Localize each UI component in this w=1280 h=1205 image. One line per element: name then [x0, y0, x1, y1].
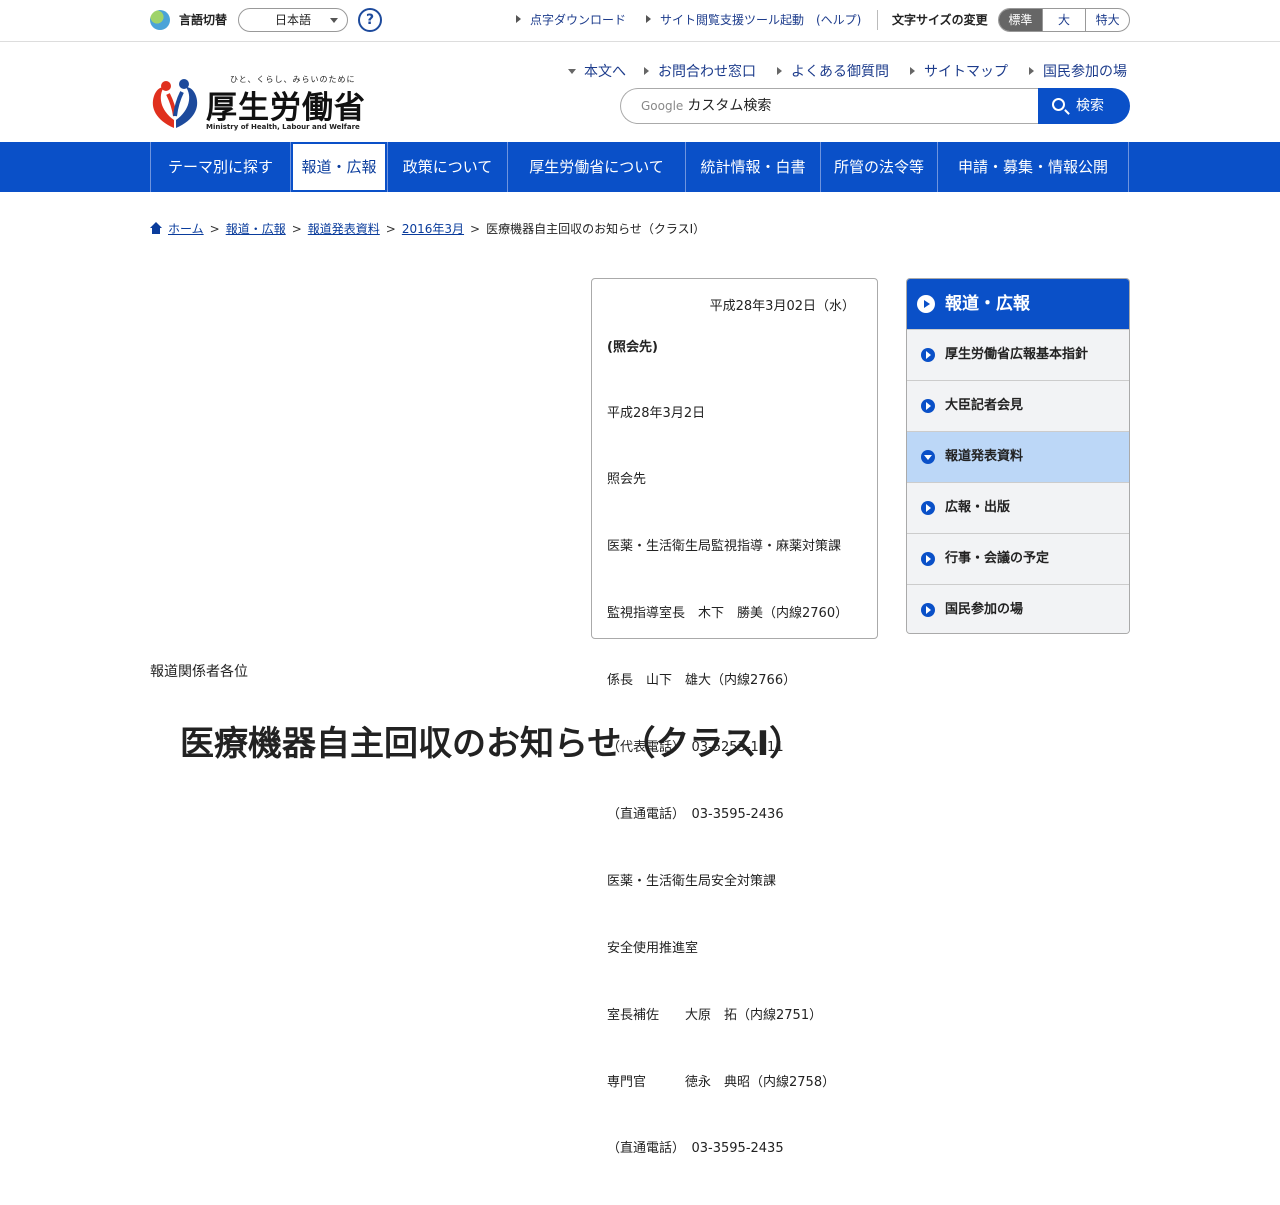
nav-applications[interactable]: 申請・募集・情報公開 [937, 142, 1129, 192]
breadcrumb-press[interactable]: 報道・広報 [226, 222, 286, 236]
breadcrumb-separator: > [209, 222, 220, 236]
arrow-right-icon [646, 15, 651, 23]
main-navigation: テーマ別に探す 報道・広報 政策について 厚生労働省について 統計情報・白書 所… [0, 142, 1280, 192]
skip-to-content-link[interactable]: 本文へ [568, 61, 626, 81]
side-menu-title[interactable]: 報道・広報 [907, 279, 1129, 329]
arrow-right-icon [777, 67, 782, 75]
side-item-events[interactable]: 行事・会議の予定 [907, 533, 1129, 584]
language-select-value: 日本語 [274, 13, 311, 27]
contact-title: (照会先) [607, 340, 658, 355]
contact-line: 専門官 徳永 典昭（内線2758） [607, 1074, 836, 1090]
faq-link[interactable]: よくある御質問 [777, 61, 889, 81]
side-menu: 報道・広報 厚生労働省広報基本指針 大臣記者会見 報道発表資料 広報・出版 行事… [906, 278, 1130, 634]
contact-lines: 平成28年3月2日 照会先 医薬・生活衛生局監視指導・麻薬対策課 監視指導室長 … [607, 358, 848, 1205]
search-button[interactable]: 検索 [1038, 88, 1130, 124]
contact-line: 室長補佐 大原 拓（内線2751） [607, 1007, 823, 1023]
nav-press-label: 報道・広報 [293, 144, 385, 190]
font-size-xlarge-button[interactable]: 特大 [1085, 9, 1129, 31]
arrow-down-circle-icon [921, 450, 935, 464]
search-button-label: 検索 [1076, 98, 1104, 114]
breadcrumb-separator: > [470, 222, 481, 236]
accessibility-tool-link[interactable]: サイト閲覧支援ツール起動 [646, 11, 804, 28]
sitemap-link[interactable]: サイトマップ [910, 61, 1008, 81]
language-label: 言語切替 [179, 13, 228, 27]
side-item-press-conference[interactable]: 大臣記者会見 [907, 380, 1129, 431]
font-size-switcher: 標準 大 特大 [998, 8, 1130, 32]
breadcrumb-month[interactable]: 2016年3月 [402, 222, 464, 236]
public-participation-link[interactable]: 国民参加の場 [1029, 61, 1127, 81]
contact-line: 係長 山下 雄大（内線2766） [607, 673, 797, 689]
contact-line: 医薬・生活衛生局監視指導・麻薬対策課 [607, 539, 842, 555]
help-link[interactable]: (ヘルプ) [816, 11, 861, 28]
arrow-circle-icon [921, 501, 935, 515]
recipients-line: 報道関係者各位 [150, 664, 248, 680]
page-title: 医療機器自主回収のお知らせ（クラスI） [180, 724, 804, 764]
arrow-right-icon [516, 15, 521, 23]
nav-laws[interactable]: 所管の法令等 [820, 142, 937, 192]
divider [877, 10, 878, 30]
language-select[interactable]: 日本語 [238, 8, 348, 32]
contact-link[interactable]: お問合わせ窓口 [644, 61, 756, 81]
contact-line: （直通電話） 03-3595-2435 [607, 1141, 784, 1157]
help-button[interactable]: ? [358, 8, 382, 32]
side-item-pr-guidelines[interactable]: 厚生労働省広報基本指針 [907, 329, 1129, 380]
contact-line: 安全使用推進室 [607, 940, 699, 956]
nav-policies[interactable]: 政策について [387, 142, 507, 192]
arrow-circle-icon [917, 295, 935, 313]
chevron-down-icon [330, 18, 338, 23]
release-date: 平成28年3月02日（水） [709, 299, 855, 314]
contact-line: 照会先 [607, 472, 647, 488]
breadcrumb-current: 医療機器自主回収のお知らせ（クラスI） [486, 222, 706, 236]
breadcrumb-home[interactable]: ホーム [168, 222, 204, 236]
contact-line: 監視指導室長 木下 勝美（内線2760） [607, 606, 849, 622]
arrow-right-icon [910, 67, 915, 75]
font-size-standard-button[interactable]: 標準 [999, 9, 1042, 31]
nav-press[interactable]: 報道・広報 [290, 142, 387, 192]
side-item-participation[interactable]: 国民参加の場 [907, 584, 1129, 633]
logo-english-name: Ministry of Health, Labour and Welfare [206, 123, 360, 131]
arrow-right-icon [1029, 67, 1034, 75]
arrow-circle-icon [921, 399, 935, 413]
search-icon [1052, 98, 1065, 111]
mhlw-logo-icon [152, 79, 198, 128]
globe-icon [150, 10, 170, 30]
braille-download-link[interactable]: 点字ダウンロード [516, 11, 626, 28]
contact-line: （直通電話） 03-3595-2436 [607, 806, 784, 822]
nav-themes[interactable]: テーマ別に探す [150, 142, 290, 192]
breadcrumb-press-releases[interactable]: 報道発表資料 [308, 222, 380, 236]
side-item-press-releases[interactable]: 報道発表資料 [907, 431, 1129, 482]
search-placeholder: カスタム検索 [687, 98, 772, 114]
side-item-publications[interactable]: 広報・出版 [907, 482, 1129, 533]
breadcrumb-separator: > [385, 222, 396, 236]
breadcrumb: ホーム > 報道・広報 > 報道発表資料 >2016年3月 > 医療機器自主回収のお知らせ（ク… [150, 220, 705, 237]
contact-line: 医薬・生活衛生局安全対策課 [607, 873, 777, 889]
nav-about[interactable]: 厚生労働省について [507, 142, 685, 192]
breadcrumb-separator: > [291, 222, 302, 236]
arrow-circle-icon [921, 552, 935, 566]
font-size-large-button[interactable]: 大 [1041, 9, 1086, 31]
font-size-label: 文字サイズの変更 [892, 13, 988, 27]
logo-name: 厚生労働省 [206, 90, 366, 126]
arrow-circle-icon [921, 603, 935, 617]
arrow-right-icon [644, 67, 649, 75]
utility-bar: 言語切替 日本語 ? 点字ダウンロード サイト閲覧支援ツール起動 (ヘルプ) 文… [0, 0, 1280, 42]
arrow-circle-icon [921, 348, 935, 362]
home-icon [150, 222, 162, 234]
arrow-down-icon [568, 69, 576, 74]
google-label: Google [641, 99, 684, 113]
contact-info-box: 平成28年3月02日（水） (照会先) 平成28年3月2日 照会先 医薬・生活衛… [591, 278, 878, 1156]
contact-line: 平成28年3月2日 [607, 405, 706, 421]
search-input[interactable]: Google カスタム検索 [620, 88, 1040, 124]
nav-statistics[interactable]: 統計情報・白書 [685, 142, 820, 192]
